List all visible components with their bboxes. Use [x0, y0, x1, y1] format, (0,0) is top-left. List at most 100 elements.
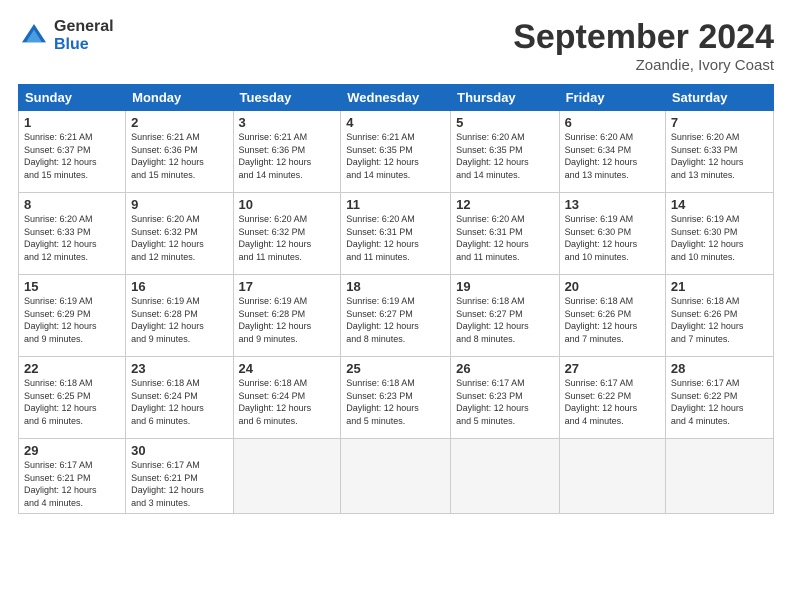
- page: General Blue September 2024 Zoandie, Ivo…: [0, 0, 792, 612]
- day-number: 3: [239, 115, 336, 130]
- day-info: Sunrise: 6:20 AM Sunset: 6:33 PM Dayligh…: [671, 131, 768, 181]
- day-number: 8: [24, 197, 120, 212]
- calendar-cell: 3Sunrise: 6:21 AM Sunset: 6:36 PM Daylig…: [233, 111, 341, 193]
- logo-general: General: [54, 18, 114, 36]
- calendar-cell: [341, 439, 451, 514]
- col-header-friday: Friday: [559, 85, 665, 111]
- day-number: 13: [565, 197, 660, 212]
- calendar-cell: [233, 439, 341, 514]
- day-number: 16: [131, 279, 227, 294]
- day-number: 19: [456, 279, 553, 294]
- day-info: Sunrise: 6:17 AM Sunset: 6:22 PM Dayligh…: [671, 377, 768, 427]
- day-number: 4: [346, 115, 445, 130]
- day-info: Sunrise: 6:19 AM Sunset: 6:27 PM Dayligh…: [346, 295, 445, 345]
- day-number: 9: [131, 197, 227, 212]
- day-info: Sunrise: 6:18 AM Sunset: 6:25 PM Dayligh…: [24, 377, 120, 427]
- calendar-cell: 6Sunrise: 6:20 AM Sunset: 6:34 PM Daylig…: [559, 111, 665, 193]
- day-info: Sunrise: 6:18 AM Sunset: 6:24 PM Dayligh…: [131, 377, 227, 427]
- title-area: September 2024 Zoandie, Ivory Coast: [513, 18, 774, 74]
- day-number: 20: [565, 279, 660, 294]
- calendar-week-5: 29 Sunrise: 6:17 AM Sunset: 6:21 PM Dayli…: [19, 439, 774, 514]
- day-info: Sunrise: 6:19 AM Sunset: 6:30 PM Dayligh…: [671, 213, 768, 263]
- col-header-tuesday: Tuesday: [233, 85, 341, 111]
- calendar-cell: 14Sunrise: 6:19 AM Sunset: 6:30 PM Dayli…: [665, 193, 773, 275]
- calendar-cell: 17Sunrise: 6:19 AM Sunset: 6:28 PM Dayli…: [233, 275, 341, 357]
- calendar-cell: 27Sunrise: 6:17 AM Sunset: 6:22 PM Dayli…: [559, 357, 665, 439]
- day-info: Sunrise: 6:20 AM Sunset: 6:35 PM Dayligh…: [456, 131, 553, 181]
- day-info: Sunrise: 6:21 AM Sunset: 6:36 PM Dayligh…: [131, 131, 227, 181]
- col-header-thursday: Thursday: [451, 85, 559, 111]
- day-info: Sunrise: 6:18 AM Sunset: 6:26 PM Dayligh…: [671, 295, 768, 345]
- day-info: Sunrise: 6:20 AM Sunset: 6:31 PM Dayligh…: [456, 213, 553, 263]
- calendar-cell: 12Sunrise: 6:20 AM Sunset: 6:31 PM Dayli…: [451, 193, 559, 275]
- day-number: 23: [131, 361, 227, 376]
- calendar-cell: [665, 439, 773, 514]
- calendar-cell: 2Sunrise: 6:21 AM Sunset: 6:36 PM Daylig…: [126, 111, 233, 193]
- month-title: September 2024: [513, 18, 774, 57]
- day-info: Sunrise: 6:20 AM Sunset: 6:32 PM Dayligh…: [131, 213, 227, 263]
- calendar-cell: 29Sunrise: 6:17 AM Sunset: 6:21 PM Dayli…: [19, 439, 126, 514]
- day-info: Sunrise: 6:17 AM Sunset: 6:21 PM Dayligh…: [131, 459, 227, 509]
- day-info: Sunrise: 6:20 AM Sunset: 6:32 PM Dayligh…: [239, 213, 336, 263]
- calendar-cell: 22Sunrise: 6:18 AM Sunset: 6:25 PM Dayli…: [19, 357, 126, 439]
- calendar-header-row: SundayMondayTuesdayWednesdayThursdayFrid…: [19, 85, 774, 111]
- day-info: Sunrise: 6:19 AM Sunset: 6:28 PM Dayligh…: [239, 295, 336, 345]
- calendar-cell: 30Sunrise: 6:17 AM Sunset: 6:21 PM Dayli…: [126, 439, 233, 514]
- col-header-monday: Monday: [126, 85, 233, 111]
- calendar-week-2: 8Sunrise: 6:20 AM Sunset: 6:33 PM Daylig…: [19, 193, 774, 275]
- day-info: Sunrise: 6:21 AM Sunset: 6:36 PM Dayligh…: [239, 131, 336, 181]
- day-info: Sunrise: 6:18 AM Sunset: 6:24 PM Dayligh…: [239, 377, 336, 427]
- day-info: Sunrise: 6:18 AM Sunset: 6:27 PM Dayligh…: [456, 295, 553, 345]
- calendar-cell: 7Sunrise: 6:20 AM Sunset: 6:33 PM Daylig…: [665, 111, 773, 193]
- calendar-cell: 5Sunrise: 6:20 AM Sunset: 6:35 PM Daylig…: [451, 111, 559, 193]
- day-info: Sunrise: 6:19 AM Sunset: 6:30 PM Dayligh…: [565, 213, 660, 263]
- logo-blue-text: Blue: [54, 36, 114, 54]
- day-number: 18: [346, 279, 445, 294]
- day-info: Sunrise: 6:17 AM Sunset: 6:22 PM Dayligh…: [565, 377, 660, 427]
- col-header-saturday: Saturday: [665, 85, 773, 111]
- calendar-cell: 25Sunrise: 6:18 AM Sunset: 6:23 PM Dayli…: [341, 357, 451, 439]
- calendar-week-3: 15Sunrise: 6:19 AM Sunset: 6:29 PM Dayli…: [19, 275, 774, 357]
- calendar-cell: 10Sunrise: 6:20 AM Sunset: 6:32 PM Dayli…: [233, 193, 341, 275]
- calendar-week-1: 1Sunrise: 6:21 AM Sunset: 6:37 PM Daylig…: [19, 111, 774, 193]
- calendar: SundayMondayTuesdayWednesdayThursdayFrid…: [18, 84, 774, 514]
- day-info: Sunrise: 6:18 AM Sunset: 6:26 PM Dayligh…: [565, 295, 660, 345]
- location: Zoandie, Ivory Coast: [513, 57, 774, 74]
- day-number: 2: [131, 115, 227, 130]
- calendar-cell: 15Sunrise: 6:19 AM Sunset: 6:29 PM Dayli…: [19, 275, 126, 357]
- calendar-cell: 13Sunrise: 6:19 AM Sunset: 6:30 PM Dayli…: [559, 193, 665, 275]
- day-info: Sunrise: 6:19 AM Sunset: 6:28 PM Dayligh…: [131, 295, 227, 345]
- day-number: 30: [131, 443, 227, 458]
- day-number: 29: [24, 443, 120, 458]
- calendar-cell: 11Sunrise: 6:20 AM Sunset: 6:31 PM Dayli…: [341, 193, 451, 275]
- day-info: Sunrise: 6:17 AM Sunset: 6:23 PM Dayligh…: [456, 377, 553, 427]
- day-number: 25: [346, 361, 445, 376]
- day-number: 27: [565, 361, 660, 376]
- calendar-cell: 8Sunrise: 6:20 AM Sunset: 6:33 PM Daylig…: [19, 193, 126, 275]
- logo-icon: [18, 20, 50, 52]
- day-number: 26: [456, 361, 553, 376]
- calendar-cell: [451, 439, 559, 514]
- calendar-cell: 20Sunrise: 6:18 AM Sunset: 6:26 PM Dayli…: [559, 275, 665, 357]
- calendar-cell: 26Sunrise: 6:17 AM Sunset: 6:23 PM Dayli…: [451, 357, 559, 439]
- day-number: 28: [671, 361, 768, 376]
- day-number: 7: [671, 115, 768, 130]
- day-number: 15: [24, 279, 120, 294]
- day-info: Sunrise: 6:19 AM Sunset: 6:29 PM Dayligh…: [24, 295, 120, 345]
- day-number: 5: [456, 115, 553, 130]
- calendar-cell: 24Sunrise: 6:18 AM Sunset: 6:24 PM Dayli…: [233, 357, 341, 439]
- calendar-cell: 18Sunrise: 6:19 AM Sunset: 6:27 PM Dayli…: [341, 275, 451, 357]
- col-header-sunday: Sunday: [19, 85, 126, 111]
- calendar-cell: 28Sunrise: 6:17 AM Sunset: 6:22 PM Dayli…: [665, 357, 773, 439]
- calendar-cell: 21Sunrise: 6:18 AM Sunset: 6:26 PM Dayli…: [665, 275, 773, 357]
- day-number: 11: [346, 197, 445, 212]
- header: General Blue September 2024 Zoandie, Ivo…: [18, 18, 774, 74]
- logo: General Blue: [18, 18, 114, 53]
- day-number: 10: [239, 197, 336, 212]
- calendar-cell: 1Sunrise: 6:21 AM Sunset: 6:37 PM Daylig…: [19, 111, 126, 193]
- day-number: 12: [456, 197, 553, 212]
- day-number: 6: [565, 115, 660, 130]
- calendar-cell: [559, 439, 665, 514]
- day-info: Sunrise: 6:21 AM Sunset: 6:37 PM Dayligh…: [24, 131, 120, 181]
- calendar-cell: 4Sunrise: 6:21 AM Sunset: 6:35 PM Daylig…: [341, 111, 451, 193]
